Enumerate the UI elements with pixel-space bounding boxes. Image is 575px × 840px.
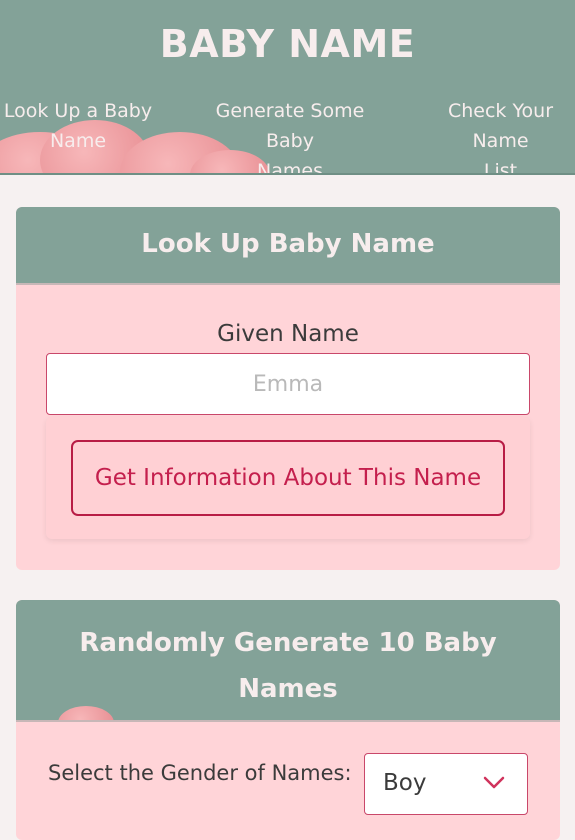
lookup-card-header: Look Up Baby Name (16, 207, 560, 285)
gender-select[interactable]: Boy (364, 753, 528, 815)
gender-label: Select the Gender of Names: (48, 761, 352, 785)
chevron-down-icon (481, 770, 507, 800)
nav-link-label: Check Your Name (447, 100, 554, 152)
lookup-card-title: Look Up Baby Name (141, 229, 435, 259)
given-name-input[interactable] (46, 353, 530, 415)
generate-card-title-line: Randomly Generate 10 Baby (79, 628, 497, 658)
generate-card-title-line: Names (238, 674, 338, 704)
nav-link-generate[interactable]: Generate Some Baby Names (190, 96, 390, 175)
nav-link-look-up[interactable]: Look Up a Baby Name (0, 96, 158, 156)
given-name-label: Given Name (217, 321, 359, 347)
site-title: BABY NAME (159, 22, 416, 66)
gender-select-value: Boy (383, 770, 427, 796)
nav-link-label: Names (257, 160, 323, 175)
get-information-button[interactable]: Get Information About This Name (71, 440, 505, 516)
nav-link-label: Look Up a Baby (3, 100, 153, 122)
lookup-card: Look Up Baby Name Given Name Get Informa… (16, 207, 560, 570)
nav-link-label: Name (49, 130, 107, 152)
nav-link-check-list[interactable]: Check Your Name List (418, 96, 575, 175)
nav-link-label: List (483, 160, 518, 175)
site-header: BABY NAME Look Up a Baby Name Generate S… (0, 0, 575, 175)
generate-card-title: Randomly Generate 10 Baby Names (16, 620, 560, 712)
generate-card: Randomly Generate 10 Baby Names Select t… (16, 600, 560, 840)
lookup-button-panel: Get Information About This Name (46, 417, 530, 539)
nav-link-label: Generate Some Baby (215, 100, 365, 152)
generate-card-header: Randomly Generate 10 Baby Names (16, 600, 560, 722)
